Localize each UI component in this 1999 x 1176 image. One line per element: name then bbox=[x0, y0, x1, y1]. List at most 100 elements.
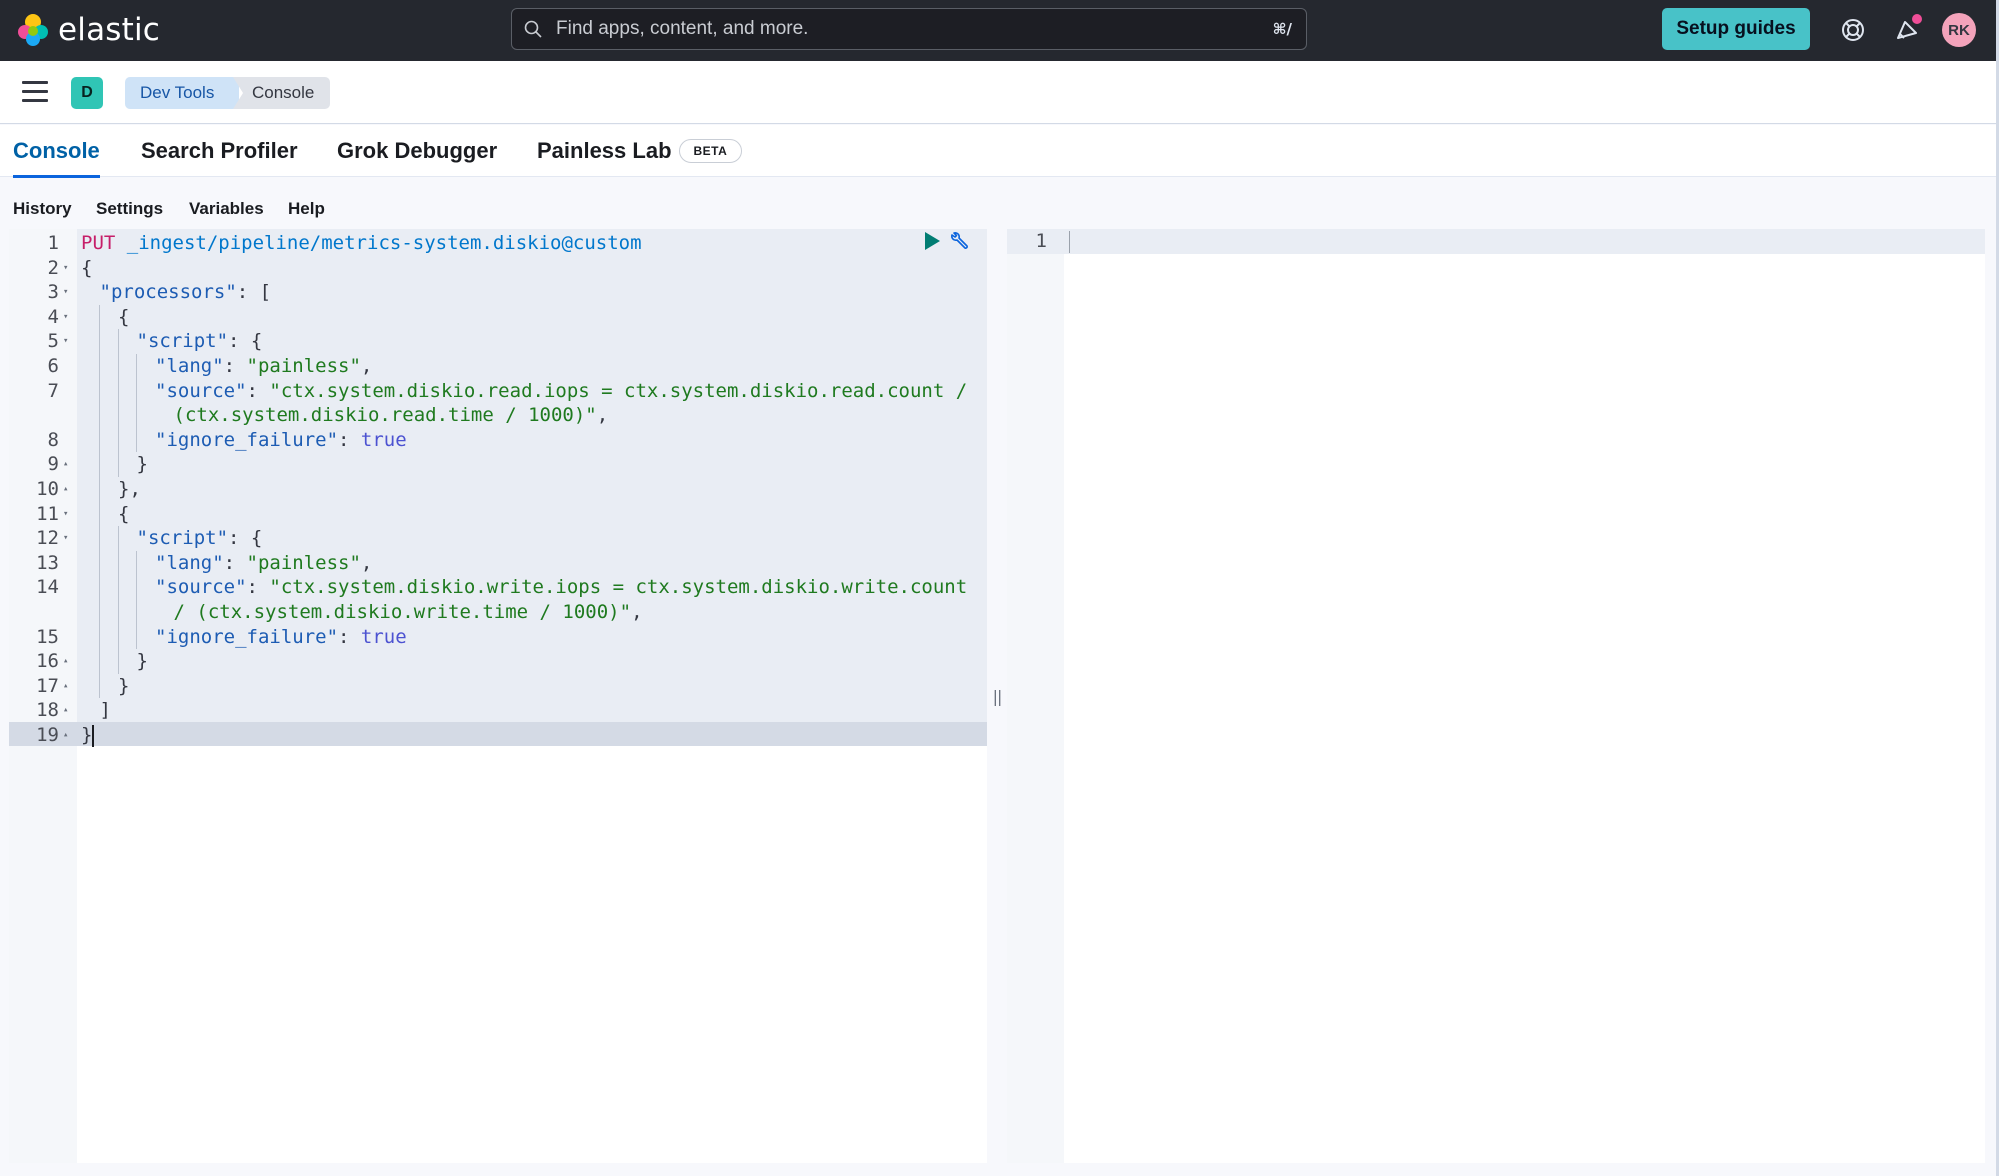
line-number: 19 bbox=[36, 724, 59, 746]
code-line: 10 ▴}, bbox=[9, 477, 987, 502]
indent-guide bbox=[117, 526, 119, 551]
indent-guide bbox=[117, 600, 119, 625]
code-text: "ignore_failure": true bbox=[155, 428, 407, 453]
fold-close-icon: ▴ bbox=[63, 459, 69, 470]
fold-open-icon: ▾ bbox=[63, 311, 69, 322]
code-line: 7 "source": "ctx.system.diskio.read.iops … bbox=[9, 378, 987, 404]
global-search[interactable]: ⌘/ bbox=[511, 8, 1307, 50]
variables-link[interactable]: Variables bbox=[189, 192, 264, 226]
request-url: _ingest/pipeline/metrics-system.diskio@c… bbox=[126, 232, 642, 254]
space-avatar[interactable]: D bbox=[71, 77, 103, 109]
hamburger-menu-button[interactable] bbox=[22, 81, 48, 103]
punctuation: }, bbox=[118, 478, 141, 500]
code-line: 5 ▾ "script": { bbox=[9, 329, 987, 354]
code-line: 4 ▾ { bbox=[9, 304, 987, 330]
search-input[interactable] bbox=[542, 9, 1273, 49]
code-line: 12 ▾ "script": { bbox=[9, 526, 987, 551]
help-lifebuoy-icon[interactable] bbox=[1839, 16, 1867, 44]
breadcrumb-dev-tools[interactable]: Dev Tools bbox=[125, 77, 239, 109]
code-line: 2 ▾ { bbox=[9, 256, 987, 281]
http-method: PUT bbox=[81, 232, 116, 254]
search-icon bbox=[524, 20, 542, 38]
punctuation: , bbox=[631, 601, 643, 623]
indent-guide bbox=[99, 452, 100, 477]
punctuation: : bbox=[338, 428, 361, 451]
line-number: 9 bbox=[47, 453, 59, 476]
panel-resizer[interactable]: || bbox=[989, 229, 1005, 1163]
line-number: 1 bbox=[47, 232, 59, 254]
tab-search-profiler[interactable]: Search Profiler bbox=[141, 125, 298, 177]
indent-guide bbox=[136, 550, 137, 576]
punctuation: : bbox=[223, 551, 247, 574]
json-string: (ctx.system.diskio.read.time / 1000)" bbox=[173, 404, 597, 427]
json-key: "processors" bbox=[99, 281, 237, 304]
tab-label: Console bbox=[13, 138, 100, 163]
indent-guide bbox=[117, 354, 119, 379]
search-shortcut: ⌘/ bbox=[1272, 20, 1292, 38]
indent-guide bbox=[99, 649, 100, 674]
indent-guide bbox=[99, 624, 100, 650]
indent-guide bbox=[99, 526, 100, 551]
menu-bar-icon bbox=[22, 90, 48, 93]
indent-guide bbox=[99, 378, 100, 404]
indent-guide bbox=[117, 550, 119, 576]
punctuation: { bbox=[81, 256, 93, 279]
indent-guide bbox=[99, 600, 100, 625]
elastic-logo[interactable]: elastic bbox=[16, 12, 160, 48]
indent-guide bbox=[117, 649, 119, 674]
help-link[interactable]: Help bbox=[288, 192, 325, 226]
news-feed-icon[interactable] bbox=[1892, 12, 1926, 46]
indent-guide bbox=[117, 624, 119, 650]
punctuation: } bbox=[136, 453, 148, 476]
indent-guide bbox=[99, 354, 100, 379]
line-number: 16 bbox=[36, 650, 59, 673]
request-editor[interactable]: 1 PUT _ingest/pipeline/metrics-system.dis… bbox=[9, 229, 987, 1163]
json-string: "ctx.system.diskio.write.iops = ctx.syst… bbox=[269, 576, 968, 599]
indent-guide bbox=[117, 427, 119, 453]
play-icon[interactable] bbox=[923, 231, 941, 251]
indent-guide bbox=[99, 550, 100, 576]
response-panel[interactable]: 1 bbox=[1007, 229, 1985, 1163]
punctuation: ] bbox=[99, 699, 111, 722]
dev-tools-tabs: Console Search Profiler Grok Debugger Pa… bbox=[0, 125, 1996, 178]
indent-guide bbox=[99, 403, 100, 428]
indent-guide bbox=[99, 329, 100, 354]
code-text: }, bbox=[118, 477, 141, 502]
code-line: 14 "source": "ctx.system.diskio.write.iop… bbox=[9, 575, 987, 600]
tab-console[interactable]: Console bbox=[13, 125, 100, 178]
top-header: elastic ⌘/ Setup guides RK bbox=[0, 0, 1999, 61]
output-active-line bbox=[1007, 229, 1985, 254]
code-text: "lang": "painless", bbox=[155, 354, 372, 379]
wrench-icon[interactable] bbox=[947, 231, 969, 253]
punctuation: { bbox=[118, 502, 130, 525]
json-key: "lang" bbox=[155, 551, 224, 574]
setup-guides-button[interactable]: Setup guides bbox=[1662, 8, 1810, 50]
json-key: "source" bbox=[155, 576, 247, 599]
settings-link[interactable]: Settings bbox=[96, 192, 163, 226]
indent-guide bbox=[136, 624, 137, 650]
output-cursor bbox=[1069, 231, 1070, 253]
tab-label: Painless Lab bbox=[537, 138, 672, 163]
indent-guide bbox=[136, 600, 137, 625]
fold-close-icon: ▴ bbox=[63, 680, 69, 691]
punctuation: } bbox=[81, 724, 93, 746]
tab-painless-lab[interactable]: Painless Lab BETA bbox=[537, 125, 743, 177]
json-string: "ctx.system.diskio.read.iops = ctx.syste… bbox=[269, 379, 968, 402]
json-key: "script" bbox=[136, 330, 229, 353]
tab-grok-debugger[interactable]: Grok Debugger bbox=[337, 125, 497, 177]
punctuation: } bbox=[136, 650, 148, 673]
history-link[interactable]: History bbox=[13, 192, 72, 226]
beta-badge: BETA bbox=[678, 139, 743, 163]
indent-guide bbox=[117, 329, 119, 354]
punctuation: : [ bbox=[236, 281, 272, 304]
indent-guide bbox=[136, 575, 137, 600]
code-line: 15 "ignore_failure": true bbox=[9, 624, 987, 650]
code-text: } bbox=[137, 649, 148, 674]
line-number: 14 bbox=[36, 576, 59, 599]
code-text: { bbox=[118, 502, 129, 527]
user-avatar[interactable]: RK bbox=[1942, 13, 1976, 47]
code-text: "script": { bbox=[137, 329, 263, 354]
json-key: "ignore_failure" bbox=[155, 428, 339, 451]
code-text: "ignore_failure": true bbox=[155, 625, 407, 650]
fold-close-icon: ▴ bbox=[63, 484, 69, 494]
